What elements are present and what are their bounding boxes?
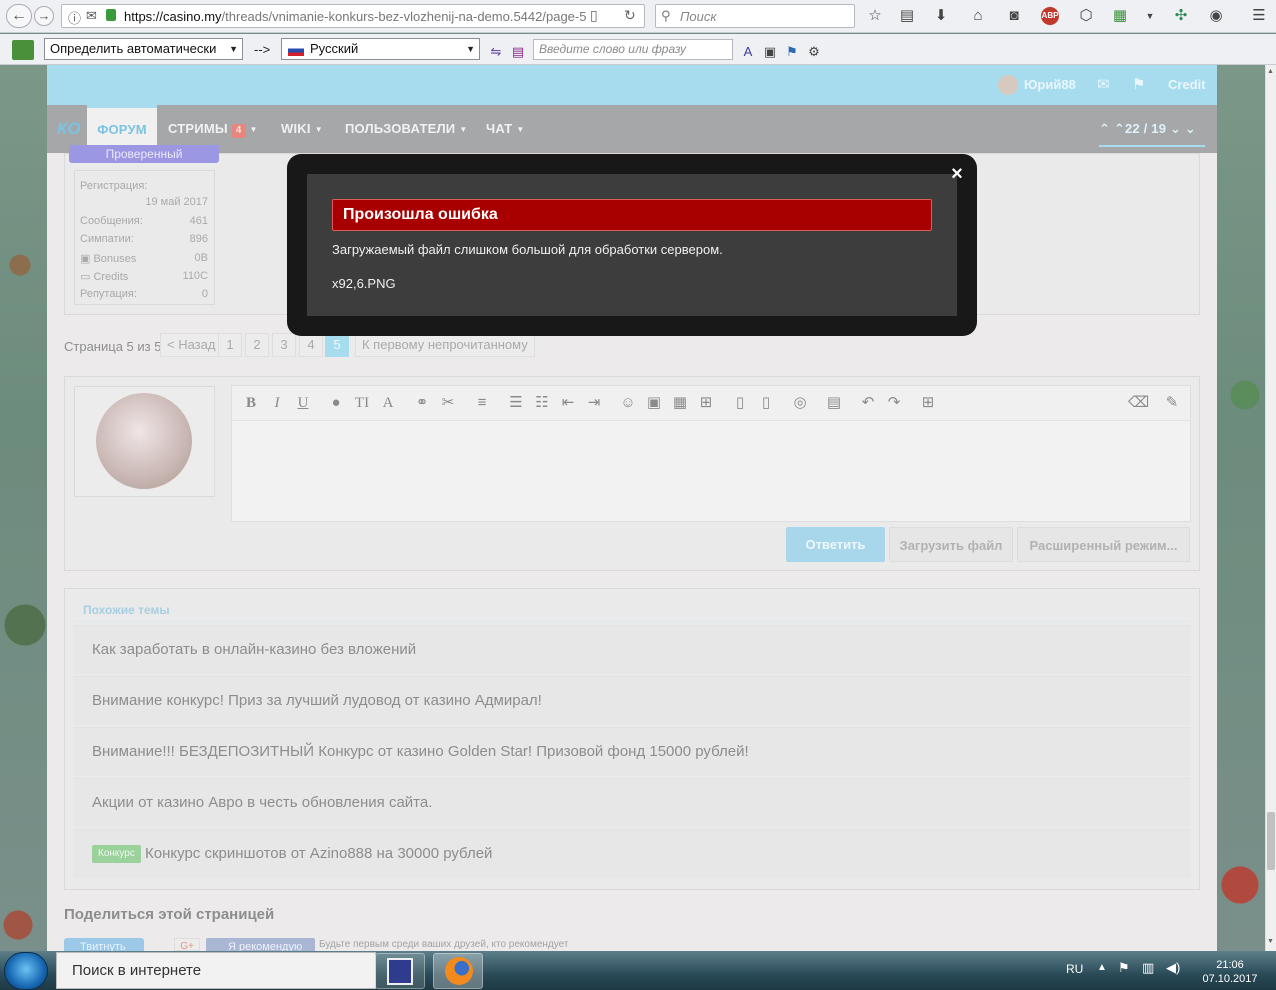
firefox-icon bbox=[445, 957, 473, 985]
user-name[interactable]: Юрий88 bbox=[1024, 77, 1076, 92]
extension-hex-icon[interactable]: ⬡ bbox=[1077, 7, 1095, 25]
language-icon[interactable]: ⚑ bbox=[783, 43, 801, 61]
clipboard-icon[interactable]: ▣ bbox=[761, 43, 779, 61]
chevron-down-icon: ▼ bbox=[229, 44, 238, 54]
chevron-down-icon: ▼ bbox=[516, 124, 525, 134]
menu-icon[interactable]: ☰ bbox=[1250, 7, 1268, 25]
adblock-icon[interactable]: ABP bbox=[1041, 7, 1059, 25]
translator-ext-icon[interactable]: ▦ bbox=[1111, 7, 1129, 25]
envelope-icon[interactable]: ✉ bbox=[1097, 75, 1110, 93]
target-language-select[interactable]: Русский ▼ bbox=[281, 38, 480, 60]
search-placeholder: Поиск bbox=[680, 9, 717, 24]
tray-clock[interactable]: 21:06 07.10.2017 bbox=[1200, 958, 1260, 986]
taskbar-app-firefox[interactable] bbox=[433, 953, 483, 989]
scroll-down-icon[interactable]: ▼ bbox=[1267, 938, 1274, 945]
thread-position: 22 / 19 bbox=[1125, 121, 1167, 136]
taskbar-app-save[interactable] bbox=[375, 953, 425, 989]
tray-expand-icon[interactable]: ▲ bbox=[1097, 962, 1107, 973]
download-icon[interactable]: ⬇ bbox=[932, 7, 950, 25]
chevron-down-icon[interactable]: ⌄ bbox=[1170, 121, 1181, 136]
tab-users[interactable]: ПОЛЬЗОВАТЕЛИ ▼ bbox=[345, 105, 467, 153]
site-top-bar: Юрий88 ✉ ⚑ Credit bbox=[47, 65, 1217, 105]
translate-arrow: --> bbox=[254, 42, 271, 57]
sync-icon[interactable]: ◉ bbox=[1207, 7, 1225, 25]
error-file-name: x92,6.PNG bbox=[332, 276, 396, 291]
tab-streams-label: СТРИМЫ bbox=[168, 121, 228, 136]
dropdown-arrow-icon[interactable]: ▼ bbox=[1141, 7, 1159, 25]
chevron-down-icon: ▼ bbox=[314, 124, 323, 134]
tray-language[interactable]: RU bbox=[1066, 962, 1083, 976]
russia-flag-icon bbox=[288, 45, 304, 56]
forward-button[interactable]: → bbox=[34, 6, 54, 26]
back-button[interactable]: ← bbox=[6, 4, 32, 28]
tab-forum-label: ФОРУМ bbox=[97, 122, 147, 137]
chevron-up-icon[interactable]: ⌃ bbox=[1114, 121, 1125, 136]
target-language-value: Русский bbox=[310, 41, 359, 56]
error-modal: Произошла ошибка Загружаемый файл слишко… bbox=[287, 154, 977, 336]
tab-chat[interactable]: ЧАТ ▼ bbox=[486, 105, 525, 153]
translate-text-icon[interactable]: A bbox=[739, 43, 757, 61]
browser-toolbar: ← → ⓘ ✉ https://casino.my/threads/vniman… bbox=[0, 0, 1276, 33]
clock-date: 07.10.2017 bbox=[1202, 973, 1258, 985]
error-modal-body: Произошла ошибка Загружаемый файл слишко… bbox=[307, 174, 957, 316]
chevron-double-down-icon[interactable]: ⌄ bbox=[1185, 121, 1196, 136]
source-language-select[interactable]: Определить автоматически ▼ bbox=[44, 38, 243, 60]
reader-view-icon[interactable]: ▯ bbox=[590, 7, 598, 24]
lock-icon[interactable] bbox=[106, 9, 116, 21]
site-logo[interactable]: КО bbox=[57, 119, 80, 139]
flag-icon[interactable]: ⚑ bbox=[1132, 75, 1145, 93]
phrase-input[interactable]: Введите слово или фразу bbox=[533, 39, 733, 60]
pocket-icon[interactable]: ◙ bbox=[1005, 7, 1023, 25]
taskbar-search[interactable]: Поиск в интернете bbox=[56, 952, 376, 989]
floppy-disk-icon bbox=[387, 958, 413, 985]
search-bar[interactable]: ⚲ Поиск bbox=[655, 4, 855, 28]
chevron-down-icon: ▼ bbox=[249, 124, 258, 134]
tab-users-label: ПОЛЬЗОВАТЕЛИ bbox=[345, 121, 456, 136]
tab-wiki[interactable]: WIKI ▼ bbox=[281, 105, 323, 153]
start-button[interactable] bbox=[4, 952, 48, 990]
scrollbar-thumb[interactable] bbox=[1267, 812, 1275, 870]
translator-logo-icon bbox=[12, 40, 34, 60]
action-center-flag-icon[interactable]: ⚑ bbox=[1118, 960, 1130, 976]
dictionary-icon[interactable]: ▤ bbox=[509, 43, 527, 61]
tools-ext-icon[interactable]: ✣ bbox=[1172, 7, 1190, 25]
streams-count-badge: 4 bbox=[231, 124, 246, 138]
thread-position-nav[interactable]: ⌃ ⌃22 / 19 ⌄ ⌄ bbox=[1099, 105, 1205, 147]
source-language-value: Определить автоматически bbox=[50, 41, 217, 56]
translator-toolbar: Определить автоматически ▼ --> Русский ▼ ⇋… bbox=[0, 34, 1276, 65]
scroll-up-icon[interactable]: ▲ bbox=[1267, 68, 1274, 75]
tab-chat-label: ЧАТ bbox=[486, 121, 513, 136]
chevron-down-icon: ▼ bbox=[466, 44, 475, 54]
url-host: https://casino.my bbox=[124, 9, 222, 24]
settings-icon[interactable]: ⚙ bbox=[805, 43, 823, 61]
chevron-double-up-icon[interactable]: ⌃ bbox=[1099, 121, 1110, 136]
chevron-down-icon: ▼ bbox=[459, 124, 468, 134]
close-icon[interactable]: × bbox=[949, 164, 965, 184]
error-message: Загружаемый файл слишком большой для обр… bbox=[332, 242, 723, 257]
search-icon: ⚲ bbox=[661, 8, 671, 23]
bookmark-star-icon[interactable]: ☆ bbox=[866, 7, 884, 25]
url-bar[interactable]: ⓘ ✉ https://casino.my/threads/vnimanie-k… bbox=[61, 4, 645, 28]
url-path: /threads/vnimanie-konkurs-bez-vlozhenij-… bbox=[221, 9, 587, 24]
error-title: Произошла ошибка bbox=[332, 199, 932, 231]
main-navigation: КО ФОРУМ СТРИМЫ 4 ▼ WIKI ▼ ПОЛЬЗОВАТЕЛИ ▼ ЧА… bbox=[47, 105, 1217, 153]
tab-wiki-label: WIKI bbox=[281, 121, 311, 136]
info-icon[interactable]: ⓘ bbox=[68, 8, 81, 27]
credit-link[interactable]: Credit bbox=[1168, 77, 1206, 92]
network-icon[interactable]: ▥ bbox=[1142, 960, 1154, 976]
avatar[interactable] bbox=[998, 75, 1018, 95]
home-icon[interactable]: ⌂ bbox=[969, 7, 987, 25]
bookmarks-list-icon[interactable]: ▤ bbox=[898, 7, 916, 25]
clock-time: 21:06 bbox=[1216, 959, 1244, 971]
swap-icon[interactable]: ⇋ bbox=[487, 43, 505, 61]
reload-icon[interactable]: ↻ bbox=[624, 7, 636, 24]
volume-icon[interactable]: ◀) bbox=[1166, 960, 1180, 976]
camera-off-icon: ✉ bbox=[86, 8, 97, 23]
